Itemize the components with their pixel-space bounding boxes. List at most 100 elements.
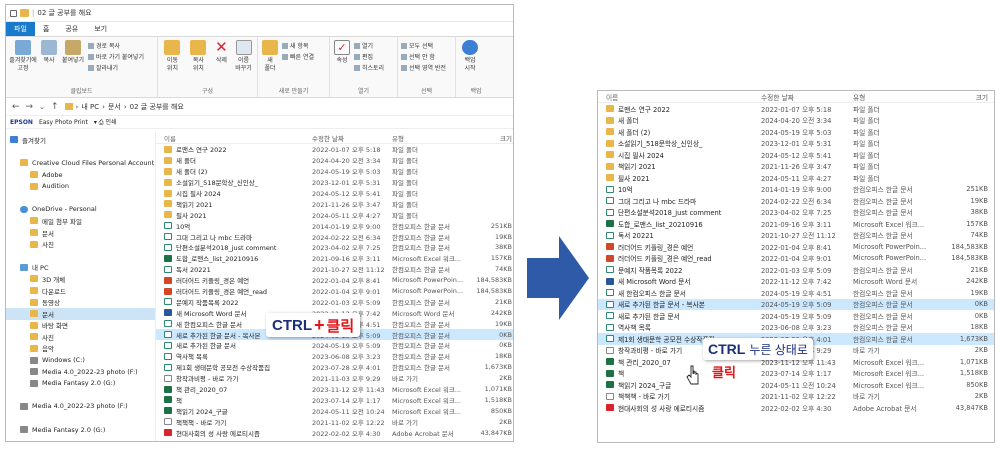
column-size-header[interactable]: 크기 <box>943 92 988 102</box>
print-button[interactable]: ▾ ⎙ 인쇄 <box>94 117 117 127</box>
column-type-header[interactable]: 유형 <box>392 133 467 143</box>
tab-home[interactable]: 홈 <box>35 22 57 36</box>
rename-button[interactable]: 이름 바꾸기 <box>233 40 254 73</box>
breadcrumb-item[interactable]: 내 PC <box>81 102 99 112</box>
table-row[interactable]: 새로 추가된 한글 문서 2024-05-19 오후 5:09 한컴오피스 한글 문… <box>156 340 513 351</box>
nav-item[interactable]: 문서 <box>6 227 155 239</box>
table-row[interactable]: 책읽기 2021 2021-11-26 오후 3:47 파일 폴더 <box>156 198 513 209</box>
properties-button[interactable]: ✓ 속성 <box>333 40 351 65</box>
table-row[interactable]: 책 2023-07-14 오후 1:17 Microsoft Excel 워크...… <box>598 368 994 380</box>
table-row[interactable]: 소설읽기_518문학상_신인상_ 2023-12-01 오후 5:31 파일 폴더 <box>598 138 994 150</box>
nav-item[interactable]: Windows (C:) <box>6 354 155 366</box>
invert-selection-button[interactable]: 선택 영역 반전 <box>401 63 446 72</box>
copy-path-button[interactable]: 경로 복사 <box>88 41 144 50</box>
table-row[interactable]: 단편소설분석2018_just comment 2023-04-02 오후 7:2… <box>156 242 513 253</box>
table-row[interactable]: 러더어드 키플링_경은 예언 2022-01-04 오후 8:41 Microsof… <box>156 275 513 286</box>
nav-item[interactable]: 즐겨찾기 <box>6 134 155 146</box>
column-name-header[interactable]: 이름 <box>164 133 312 143</box>
table-row[interactable]: 필사 2021 2024-05-11 오후 4:27 파일 폴더 <box>156 209 513 220</box>
table-row[interactable]: 독서 20221 2021-10-27 오전 11:12 한컴오피스 한글 문서 74… <box>598 230 994 242</box>
column-size-header[interactable]: 크기 <box>467 133 512 143</box>
nav-item[interactable]: 3D 개체 <box>6 273 155 285</box>
chevron-down-icon[interactable]: ⌄ <box>39 103 45 111</box>
table-row[interactable]: 문예지 작품목록 2022 2022-01-03 오후 5:09 한컴오피스 한글 … <box>598 264 994 276</box>
nav-item[interactable]: 내 PC <box>6 262 155 274</box>
table-row[interactable]: 시집 필사 2024 2024-05-12 오후 5:41 파일 폴더 <box>598 149 994 161</box>
column-date-header[interactable]: 수정한 날짜 <box>761 92 853 102</box>
move-to-button[interactable]: 이동 위치 <box>161 40 184 73</box>
table-row[interactable]: 새 폴더 (2) 2024-05-19 오후 5:03 파일 폴더 <box>598 126 994 138</box>
cut-button[interactable]: 잘라내기 <box>88 63 144 72</box>
nav-item[interactable]: 동영상 <box>6 296 155 308</box>
table-row[interactable]: 새로 추가된 한글 문서 - 복사본 2024-05-19 오후 5:09 한컴오피… <box>598 298 994 310</box>
paste-button[interactable]: 붙여넣기 <box>61 40 85 65</box>
table-row[interactable]: 현대사회의 성 사랑 에로티시즘 2022-02-02 오후 4:30 Adobe … <box>156 427 513 438</box>
breadcrumb-item[interactable]: 문서 <box>108 102 121 112</box>
pin-quick-access-button[interactable]: 즐겨찾기에 고정 <box>9 40 37 73</box>
copy-to-button[interactable]: 복사 위치 <box>187 40 210 73</box>
table-row[interactable]: 로맨스 연구 2022 2022-01-07 오후 5:18 파일 폴더 <box>156 144 513 155</box>
table-row[interactable]: 문예지 작품목록 2022 2022-01-03 오후 5:09 한컴오피스 한글 … <box>156 296 513 307</box>
nav-item[interactable]: Media 4.0_2022-23 photo (F:) <box>6 366 155 378</box>
table-row[interactable]: 새로 추가된 한글 문서 2024-05-19 오후 5:09 한컴오피스 한글 문… <box>598 310 994 322</box>
table-row[interactable]: 책읽기 2024_구글 2024-05-11 오전 10:24 Microsoft … <box>156 405 513 416</box>
new-folder-button[interactable]: 새 폴더 <box>261 40 279 73</box>
up-arrow-icon[interactable]: ↑ <box>51 102 59 112</box>
table-row[interactable]: 필사 2021 2024-05-11 오후 4:27 파일 폴더 <box>598 172 994 184</box>
table-row[interactable]: 책책책 - 바로 가기 2021-11-02 오후 12:22 바로 가기 2KB <box>156 416 513 427</box>
column-type-header[interactable]: 유형 <box>853 92 943 102</box>
table-row[interactable]: 새 Microsoft Word 문서 2022-11-12 오후 7:42 Mic… <box>598 276 994 288</box>
table-row[interactable]: 책 관리_2020_07 2023-11-12 오후 11:43 Microsoft… <box>156 384 513 395</box>
nav-item[interactable]: 음악 <box>6 343 155 355</box>
table-row[interactable]: 독서 20221 2021-10-27 오전 11:12 한컴오피스 한글 문서 74… <box>156 264 513 275</box>
table-row[interactable]: 도합_로맨스_list_20210916 2021-09-16 오후 3:11 Mi… <box>156 253 513 264</box>
table-row[interactable]: 그대 그리고 나 mbc 드라마 2024-02-22 오전 6:34 한컴오피스 … <box>156 231 513 242</box>
column-name-header[interactable]: 이름 <box>606 92 761 102</box>
nav-item[interactable]: 다운로드 <box>6 285 155 297</box>
back-arrow-icon[interactable]: ← <box>12 102 20 112</box>
new-item-button[interactable]: 새 항목 <box>282 41 314 50</box>
forward-arrow-icon[interactable]: → <box>26 102 34 112</box>
nav-item[interactable]: 바탕 화면 <box>6 320 155 332</box>
start-backup-button[interactable]: 백업 시작 <box>459 40 481 73</box>
nav-item[interactable]: Adobe <box>6 169 155 181</box>
nav-item[interactable]: 메일 첨부 파일 <box>6 215 155 227</box>
select-none-button[interactable]: 선택 안 함 <box>401 52 446 61</box>
paste-shortcut-button[interactable]: 바로 가기 붙여넣기 <box>88 52 144 61</box>
table-row[interactable]: 로맨스 연구 2022 2022-01-07 오후 5:18 파일 폴더 <box>598 103 994 115</box>
table-row[interactable]: 역사책 목록 2023-06-08 오후 3:23 한컴오피스 한글 문서 18KB <box>598 322 994 334</box>
nav-item[interactable]: OneDrive - Personal <box>6 204 155 216</box>
table-row[interactable]: 10억 2014-01-19 오후 9:00 한컴오피스 한글 문서 251KB <box>598 184 994 196</box>
breadcrumb-item[interactable]: 02 글 공부를 해요 <box>130 102 184 112</box>
nav-item[interactable]: 사진 <box>6 331 155 343</box>
nav-item[interactable]: Media Fantasy 2.0 (G:) <box>6 377 155 389</box>
table-row[interactable]: 러더어드 키플링_경은 예언 2022-01-04 오후 8:41 Microsof… <box>598 241 994 253</box>
table-row[interactable]: 창작과비평 - 바로 가기 2021-11-03 오후 9:29 바로 가기 2KB <box>156 373 513 384</box>
column-date-header[interactable]: 수정한 날짜 <box>312 133 392 143</box>
table-row[interactable]: 그대 그리고 나 mbc 드라마 2024-02-22 오전 6:34 한컴오피스 … <box>598 195 994 207</box>
table-row[interactable]: 책책책 - 바로 가기 2021-11-02 오후 12:22 바로 가기 2KB <box>598 391 994 403</box>
nav-item[interactable]: Media 4.0_2022-23 photo (F:) <box>6 401 155 413</box>
address-bar[interactable]: ← → ⌄ ↑ › 내 PC › 문서 › 02 글 공부를 해요 <box>6 98 513 116</box>
table-row[interactable]: 새 한컴오피스 한글 문서 2024-05-19 오후 4:51 한컴오피스 한글 … <box>598 287 994 299</box>
table-row[interactable]: 새 폴더 2024-04-20 오전 3:34 파일 폴더 <box>156 155 513 166</box>
edit-button[interactable]: 편집 <box>354 52 384 61</box>
nav-item[interactable]: Media Fantasy 2.0 (G:) <box>6 424 155 436</box>
easy-photo-print-button[interactable]: Easy Photo Print <box>39 119 88 126</box>
table-row[interactable]: 책읽기 2021 2021-11-26 오후 3:47 파일 폴더 <box>598 161 994 173</box>
copy-button[interactable]: 복사 <box>40 40 58 65</box>
table-row[interactable]: 현대사회의 성 사랑 에로티시즘 2022-02-02 오후 4:30 Adobe … <box>598 402 994 414</box>
table-row[interactable]: 새 폴더 2024-04-20 오전 3:34 파일 폴더 <box>598 115 994 127</box>
table-row[interactable]: 소설읽기_518문학상_신인상_ 2023-12-01 오후 5:31 파일 폴더 <box>156 177 513 188</box>
table-row[interactable]: 단편소설분석2018_just comment 2023-04-02 오후 7:2… <box>598 207 994 219</box>
table-row[interactable]: 새 폴더 (2) 2024-05-19 오후 5:03 파일 폴더 <box>156 166 513 177</box>
table-row[interactable]: 책읽기 2024_구글 2024-05-11 오전 10:24 Microsoft … <box>598 379 994 391</box>
open-button[interactable]: 열기 <box>354 41 384 50</box>
tab-file[interactable]: 파일 <box>6 22 35 36</box>
table-row[interactable]: 러더어드 키플링_경은 예언_read 2022-01-04 오후 9:01 Mic… <box>598 253 994 265</box>
tab-view[interactable]: 보기 <box>86 22 115 36</box>
history-button[interactable]: 히스토리 <box>354 63 384 72</box>
nav-item[interactable]: 사진 <box>6 238 155 250</box>
table-row[interactable]: 도합_로맨스_list_20210916 2021-09-16 오후 3:11 Mi… <box>598 218 994 230</box>
table-row[interactable]: 제1회 생태문학 공모전 수상작품집 2023-07-28 오후 4:01 한컴오피… <box>156 362 513 373</box>
